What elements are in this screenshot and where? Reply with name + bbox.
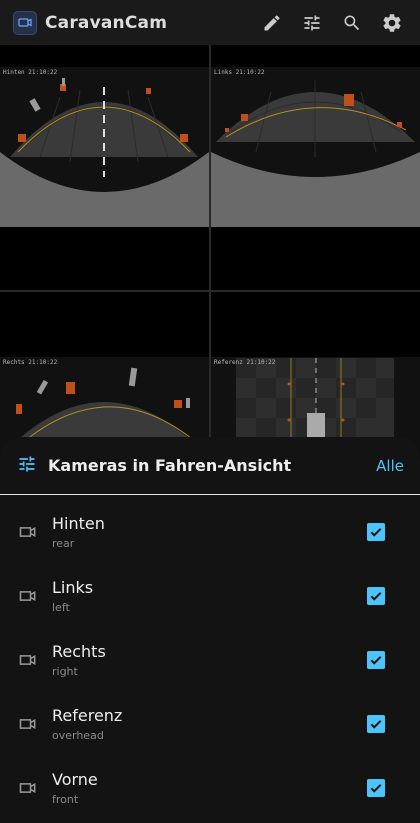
camera-list-item-hinten[interactable]: Hinten rear [0, 500, 420, 564]
pencil-icon[interactable] [252, 3, 292, 43]
app-logo-icon [13, 10, 37, 35]
tune-icon [17, 454, 37, 478]
camera-text: Rechts right [52, 642, 106, 678]
sheet-header: Kameras in Fahren-Ansicht Alle [0, 437, 420, 495]
gear-icon[interactable] [372, 3, 412, 43]
camera-name: Links [52, 578, 94, 597]
camera-list: Hinten rear Links left Rechts right Refe… [0, 500, 420, 820]
camera-checkbox[interactable] [367, 587, 385, 605]
videocam-icon [18, 522, 38, 542]
app-root: Hinten 21:10:22 Links 21:10:22 Rechts 21… [0, 0, 420, 823]
camera-id: overhead [52, 729, 104, 742]
app-title: CaravanCam [45, 12, 168, 33]
videocam-icon [18, 586, 38, 606]
camera-tile-hinten[interactable]: Hinten 21:10:22 [0, 2, 209, 290]
camera-text: Hinten rear [52, 514, 105, 550]
camera-text: Links left [52, 578, 93, 614]
videocam-icon [18, 714, 38, 734]
camera-name: Hinten [52, 514, 105, 533]
camera-feed-left [211, 67, 420, 227]
camera-tile-label: Rechts 21:10:22 [3, 359, 58, 366]
videocam-icon [18, 650, 38, 670]
camera-text: Vorne front [52, 770, 98, 806]
camera-tile-label: Hinten 21:10:22 [3, 69, 58, 76]
camera-tile-label: Links 21:10:22 [214, 69, 265, 76]
camera-name: Rechts [52, 642, 106, 661]
camera-checkbox[interactable] [367, 715, 385, 733]
sheet-title: Kameras in Fahren-Ansicht [48, 456, 292, 475]
camera-name: Vorne [52, 770, 98, 789]
top-app-bar: CaravanCam [0, 0, 420, 45]
camera-id: right [52, 665, 78, 678]
select-all-button[interactable]: Alle [376, 457, 404, 475]
camera-text: Referenz overhead [52, 706, 122, 742]
camera-list-item-links[interactable]: Links left [0, 564, 420, 628]
camera-name: Referenz [52, 706, 123, 725]
camera-list-item-referenz[interactable]: Referenz overhead [0, 692, 420, 756]
camera-feed-rear [0, 67, 209, 227]
camera-id: rear [52, 537, 75, 550]
camera-checkbox[interactable] [367, 523, 385, 541]
camera-tile-links[interactable]: Links 21:10:22 [211, 2, 420, 290]
top-actions [252, 3, 412, 43]
tune-icon[interactable] [292, 3, 332, 43]
camera-tile-label: Referenz 21:10:22 [214, 359, 276, 366]
camera-checkbox[interactable] [367, 779, 385, 797]
camera-id: front [52, 793, 79, 806]
camera-list-item-rechts[interactable]: Rechts right [0, 628, 420, 692]
camera-id: left [52, 601, 70, 614]
camera-list-item-vorne[interactable]: Vorne front [0, 756, 420, 820]
search-icon[interactable] [332, 3, 372, 43]
camera-checkbox[interactable] [367, 651, 385, 669]
videocam-icon [18, 778, 38, 798]
camera-selection-sheet: Kameras in Fahren-Ansicht Alle Hinten re… [0, 437, 420, 823]
